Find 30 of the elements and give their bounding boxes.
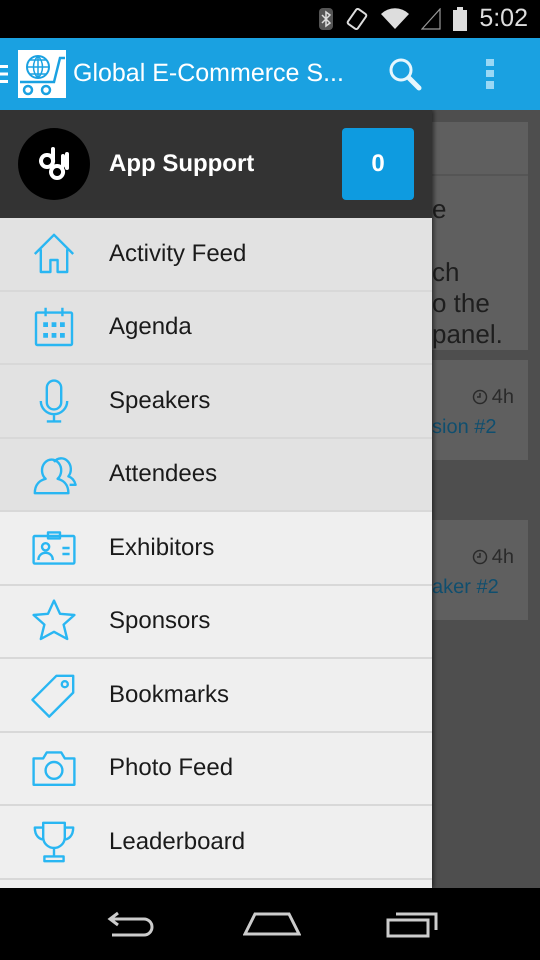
drawer-menu-item[interactable]: Activity Feed (0, 218, 432, 292)
drawer-menu-item[interactable]: Photo Feed (0, 732, 432, 806)
app-title: Global E-Commerce S... (73, 58, 344, 90)
signal-icon (421, 8, 442, 30)
wifi-icon (381, 8, 410, 30)
drawer-menu-item[interactable]: Sponsors (0, 586, 432, 659)
drawer-menu-item[interactable]: Attendees (0, 438, 432, 512)
globe-cart-logo[interactable] (18, 50, 66, 98)
clock-icon (472, 389, 488, 405)
drawer-menu-item[interactable]: Agenda (0, 292, 432, 365)
recent-apps-icon[interactable] (386, 910, 438, 938)
drawer-menu-item[interactable]: Exhibitors (0, 512, 432, 586)
profile-name: App Support (109, 149, 256, 179)
battery-icon (453, 7, 468, 31)
post-text: o the (432, 288, 491, 319)
home-icon[interactable] (242, 912, 301, 936)
post-text: panel. (432, 319, 504, 350)
drawer-menu-item[interactable]: Leaderboard (0, 806, 432, 880)
post-text: e (432, 194, 448, 225)
drawer-menu-item[interactable]: Bookmarks (0, 659, 432, 732)
bluetooth-icon (319, 8, 334, 30)
clock-text: 5:02 (479, 3, 528, 34)
vibrate-icon (345, 7, 370, 31)
avatar-logo (18, 128, 90, 200)
post-text: ch (432, 257, 460, 288)
search-icon[interactable] (388, 57, 422, 91)
clock-icon (472, 549, 488, 565)
menu-icon[interactable] (0, 63, 8, 85)
more-options-icon[interactable] (486, 59, 494, 89)
drawer-menu-item[interactable]: Speakers (0, 365, 432, 438)
